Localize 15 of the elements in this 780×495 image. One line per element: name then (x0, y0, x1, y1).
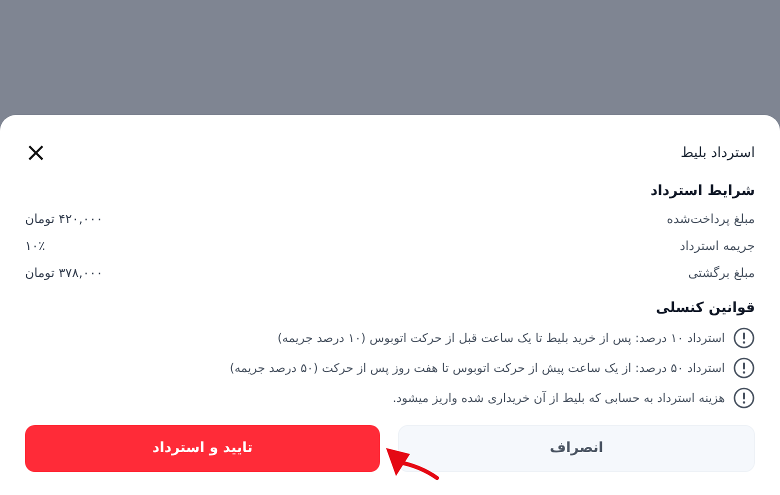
rule-text: هزینه استرداد به حسابی که بلیط از آن خریداری شده واریز میشود. (392, 390, 725, 408)
info-label: جریمه استرداد (680, 236, 755, 255)
section-heading: قوانین کنسلی (656, 300, 755, 316)
rule-text: استرداد ۵۰ درصد: از یک ساعت پیش از حرکت اتوبوس تا هفت روز پس از حرکت (۵۰ درصد جریمه) (230, 360, 725, 378)
rule-text: استرداد ۱۰ درصد: پس از خرید بلیط تا یک ساعت قبل از حرکت اتوبوس (۱۰ درصد جریمه) (277, 330, 725, 348)
cancel-button[interactable]: انصراف (398, 425, 755, 472)
info-label: مبلغ برگشتی (688, 264, 755, 282)
info-value: ۳۷۸,۰۰۰ تومان (25, 264, 103, 282)
confirm-button[interactable]: تایید و استرداد (25, 425, 380, 472)
dialog-title: استرداد بلیط (680, 144, 755, 162)
info-label: مبلغ پرداخت‌شده (666, 210, 755, 228)
section-heading: شرایط استرداد (650, 183, 755, 199)
info-value: ۴۲۰,۰۰۰ تومان (25, 210, 103, 228)
info-value: ۱۰٪ (25, 236, 46, 255)
close-button[interactable]: × (25, 140, 47, 166)
